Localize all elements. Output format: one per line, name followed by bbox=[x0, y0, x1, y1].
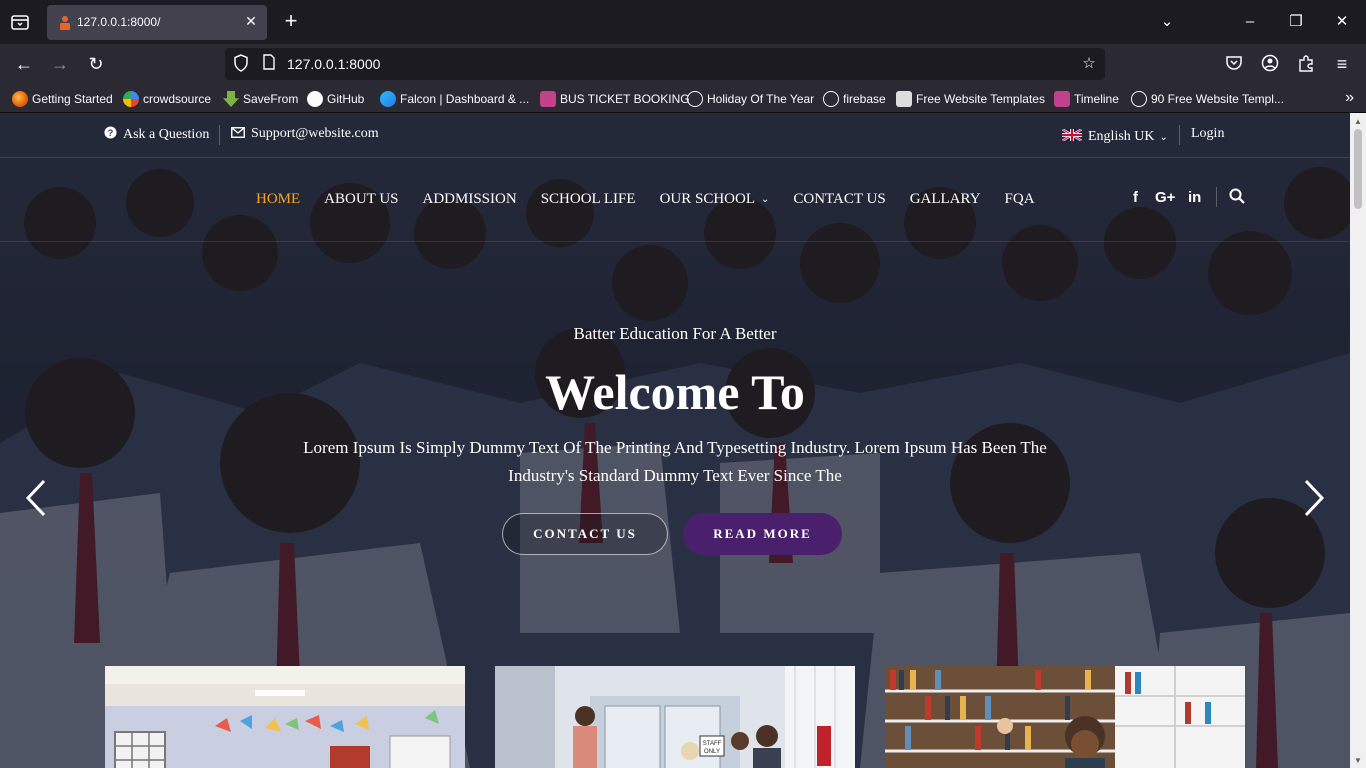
nav-item-gallery[interactable]: GALLARY bbox=[910, 191, 981, 208]
nav-item-admission[interactable]: ADDMISSION bbox=[423, 191, 517, 208]
url-text[interactable]: 127.0.0.1:8000 bbox=[287, 56, 380, 72]
svg-text:ONLY: ONLY bbox=[704, 749, 720, 755]
firefox-icon bbox=[12, 91, 28, 107]
svg-text:STAFF: STAFF bbox=[703, 741, 722, 747]
bookmark-free-templates[interactable]: Free Website Templates bbox=[896, 90, 1045, 108]
ask-question-link[interactable]: ? Ask a Question bbox=[104, 126, 209, 143]
top-info-bar: ? Ask a Question Support@website.com Eng… bbox=[0, 113, 1350, 158]
question-circle-icon: ? bbox=[104, 126, 117, 143]
envelope-icon bbox=[231, 126, 245, 142]
nav-item-contact-us[interactable]: CONTACT US bbox=[793, 191, 885, 208]
bookmark-timeline[interactable]: Timeline bbox=[1054, 90, 1119, 108]
facebook-icon[interactable]: f bbox=[1133, 189, 1138, 206]
linkedin-icon[interactable]: in bbox=[1188, 189, 1201, 206]
hero-subtitle: Batter Education For A Better bbox=[573, 324, 777, 343]
page-scrollbar[interactable]: ▲ ▼ bbox=[1350, 113, 1366, 768]
menu-hamburger-icon[interactable]: ≡ bbox=[1332, 54, 1352, 74]
bookmark-holiday[interactable]: Holiday Of The Year bbox=[687, 90, 814, 108]
nav-item-home[interactable]: HOME bbox=[256, 191, 300, 208]
github-icon bbox=[307, 91, 323, 107]
main-navigation: HOME ABOUT US ADDMISSION SCHOOL LIFE OUR… bbox=[0, 159, 1350, 242]
crowdsource-icon bbox=[123, 91, 139, 107]
forward-arrow-icon[interactable]: → bbox=[50, 54, 70, 74]
nav-item-about-us[interactable]: ABOUT US bbox=[324, 191, 398, 208]
bookmark-bus-ticket[interactable]: BUS TICKET BOOKING bbox=[540, 90, 690, 108]
language-selector[interactable]: English UK ⌄ bbox=[1061, 127, 1168, 145]
pocket-icon[interactable] bbox=[1224, 54, 1244, 74]
tab-overflow-chevron-icon[interactable]: ⌄ bbox=[1157, 12, 1177, 32]
scroll-down-arrow-icon[interactable]: ▼ bbox=[1353, 756, 1363, 766]
google-plus-icon[interactable]: G+ bbox=[1155, 189, 1175, 206]
hero-slider: ? Ask a Question Support@website.com Eng… bbox=[0, 113, 1350, 768]
scrollbar-thumb[interactable] bbox=[1354, 129, 1362, 209]
login-link[interactable]: Login bbox=[1191, 126, 1224, 142]
close-window-button[interactable]: ✕ bbox=[1332, 12, 1352, 32]
shield-icon[interactable] bbox=[231, 54, 251, 74]
search-icon[interactable] bbox=[1229, 188, 1245, 208]
divider bbox=[1179, 125, 1180, 145]
feature-card-classroom-image[interactable] bbox=[105, 666, 465, 768]
page-viewport: ? Ask a Question Support@website.com Eng… bbox=[0, 113, 1350, 768]
bookmark-90-free[interactable]: 90 Free Website Templ... bbox=[1131, 90, 1284, 108]
extensions-icon[interactable] bbox=[1296, 54, 1316, 74]
list-all-tabs-icon[interactable] bbox=[8, 10, 32, 34]
tab-title: 127.0.0.1:8000/ bbox=[77, 15, 161, 29]
page-info-icon[interactable] bbox=[259, 54, 279, 74]
divider bbox=[1216, 187, 1217, 207]
back-arrow-icon[interactable]: ← bbox=[14, 54, 34, 74]
bookmarks-toolbar: Getting Started crowdsource SaveFrom Git… bbox=[0, 84, 1366, 113]
globe-icon bbox=[687, 91, 703, 107]
account-icon[interactable] bbox=[1260, 54, 1280, 74]
uk-flag-icon bbox=[1061, 127, 1083, 145]
bookmark-crowdsource[interactable]: crowdsource bbox=[123, 90, 211, 108]
bus-icon bbox=[540, 91, 556, 107]
browser-nav-bar: ← → ↻ 127.0.0.1:8000 ☆ ≡ bbox=[0, 44, 1366, 84]
bookmark-star-icon[interactable]: ☆ bbox=[1079, 54, 1099, 74]
globe-icon bbox=[823, 91, 839, 107]
hero-title: Welcome To bbox=[545, 364, 805, 420]
bookmarks-overflow-icon[interactable]: » bbox=[1345, 89, 1354, 107]
restore-window-button[interactable]: ❐ bbox=[1286, 12, 1306, 32]
hero-description: Lorem Ipsum Is Simply Dummy Text Of The … bbox=[303, 438, 1047, 485]
browser-tab-active[interactable]: 127.0.0.1:8000/ ✕ bbox=[47, 5, 267, 40]
read-more-button[interactable]: READ MORE bbox=[683, 513, 842, 555]
savefrom-icon bbox=[223, 91, 239, 107]
globe-icon bbox=[1131, 91, 1147, 107]
nav-item-school-life[interactable]: SCHOOL LIFE bbox=[541, 191, 636, 208]
site-favicon-icon bbox=[57, 15, 73, 31]
chevron-down-icon: ⌄ bbox=[1159, 131, 1168, 143]
timeline-icon bbox=[1054, 91, 1070, 107]
slider-next-arrow-icon[interactable] bbox=[1302, 478, 1326, 518]
svg-text:?: ? bbox=[108, 128, 114, 138]
slider-prev-arrow-icon[interactable] bbox=[24, 478, 48, 518]
bookmark-falcon[interactable]: Falcon | Dashboard & ... bbox=[380, 90, 529, 108]
bookmark-getting-started[interactable]: Getting Started bbox=[12, 90, 113, 108]
feature-card-library-image[interactable] bbox=[885, 666, 1245, 768]
support-email-link[interactable]: Support@website.com bbox=[231, 126, 379, 142]
minimize-window-button[interactable]: – bbox=[1240, 12, 1260, 32]
scroll-up-arrow-icon[interactable]: ▲ bbox=[1353, 117, 1363, 127]
tab-close-icon[interactable]: ✕ bbox=[243, 13, 259, 29]
falcon-icon bbox=[380, 91, 396, 107]
url-bar[interactable]: 127.0.0.1:8000 ☆ bbox=[225, 48, 1105, 80]
reload-icon[interactable]: ↻ bbox=[86, 54, 106, 74]
bookmark-savefrom[interactable]: SaveFrom bbox=[223, 90, 298, 108]
contact-us-button[interactable]: CONTACT US bbox=[502, 513, 668, 555]
ost-icon bbox=[896, 91, 912, 107]
nav-item-our-school[interactable]: OUR SCHOOL bbox=[660, 191, 755, 208]
nav-menu: HOME ABOUT US ADDMISSION SCHOOL LIFE OUR… bbox=[256, 191, 1059, 208]
browser-tab-bar: 127.0.0.1:8000/ ✕ + ⌄ – ❐ ✕ bbox=[0, 0, 1366, 44]
chevron-down-icon[interactable]: ⌄ bbox=[761, 191, 769, 208]
nav-item-fqa[interactable]: FQA bbox=[1005, 191, 1035, 208]
divider bbox=[219, 125, 220, 145]
feature-card-office-image[interactable]: STAFF ONLY bbox=[495, 666, 855, 768]
bookmark-github[interactable]: GitHub bbox=[307, 90, 364, 108]
bookmark-firebase[interactable]: firebase bbox=[823, 90, 886, 108]
new-tab-button[interactable]: + bbox=[280, 10, 302, 32]
